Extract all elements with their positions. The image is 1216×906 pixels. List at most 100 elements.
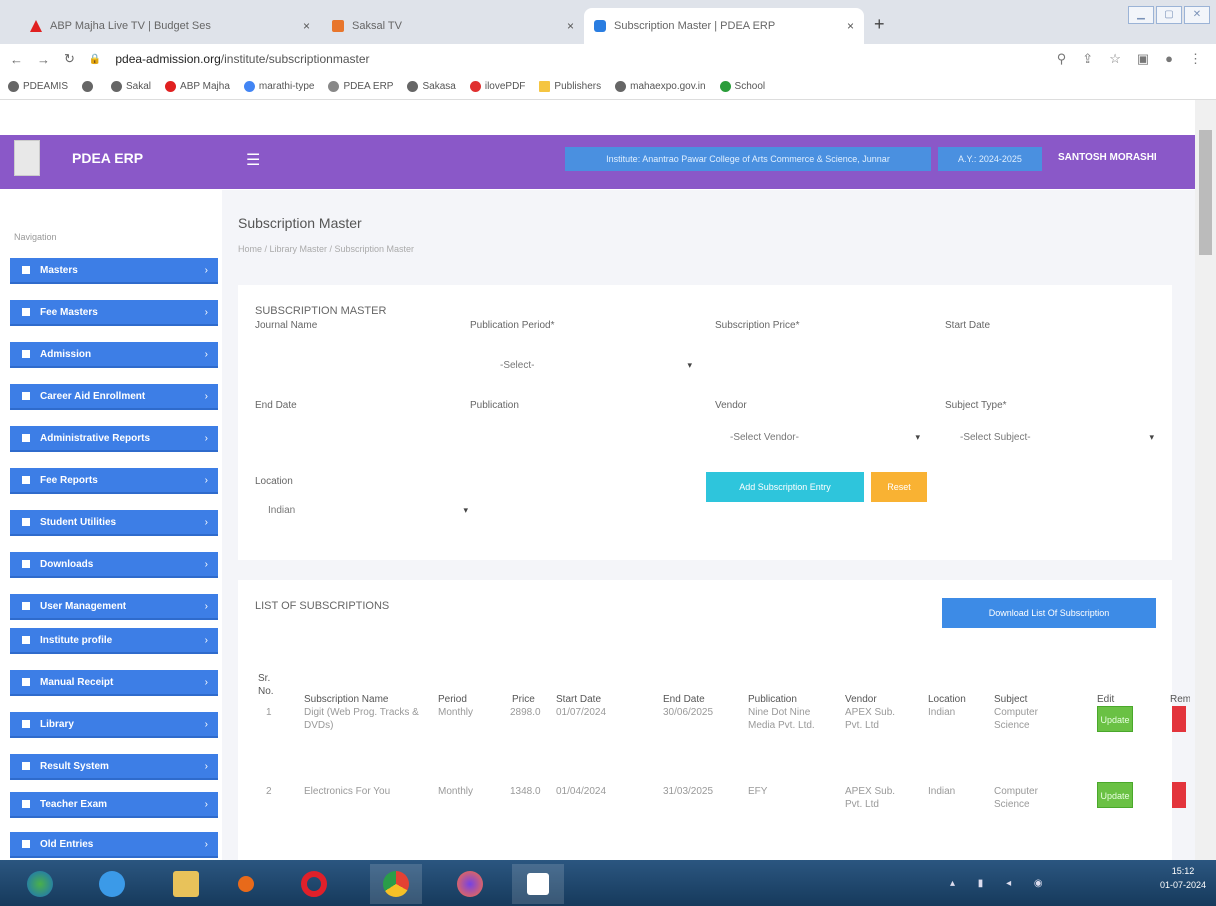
maximize-icon[interactable]: ▢ (1156, 6, 1182, 24)
update-button[interactable]: Update (1097, 782, 1133, 808)
browser-tab-subscription[interactable]: Subscription Master | PDEA ERP × (584, 8, 864, 44)
location-select[interactable]: Indian ▾ (268, 505, 468, 516)
sidepanel-icon[interactable]: ▣ (1137, 51, 1149, 67)
update-button[interactable]: Update (1097, 706, 1133, 732)
column-header-publication[interactable]: Publication (748, 694, 797, 705)
url-field[interactable]: pdea-admission.org/institute/subscriptio… (115, 52, 369, 66)
minimize-icon[interactable]: ▁ (1128, 6, 1154, 24)
taskbar-clock[interactable]: 15:12 01-07-2024 (1160, 864, 1206, 892)
clock-time: 15:12 (1171, 866, 1195, 876)
reload-icon[interactable]: ↻ (64, 51, 75, 67)
taskbar-chrome[interactable] (370, 864, 422, 904)
institute-badge[interactable]: Institute: Anantrao Pawar College of Art… (565, 147, 931, 171)
browser-tab-saksal[interactable]: Saksal TV × (322, 8, 584, 44)
add-subscription-button[interactable]: Add Subscription Entry (706, 472, 864, 502)
bookmark-item[interactable]: Sakal (111, 81, 151, 92)
bookmark-item[interactable]: ABP Majha (165, 81, 230, 92)
sidebar-item-label: Old Entries (40, 838, 94, 850)
bookmark-item[interactable]: Publishers (539, 81, 601, 92)
taskbar-keyboard-app[interactable] (512, 864, 564, 904)
share-icon[interactable]: ⇪ (1082, 51, 1093, 67)
sidebar-item-admission[interactable]: Admission › (10, 342, 218, 368)
sidebar-item-library[interactable]: Library › (10, 712, 218, 738)
column-header-start-date[interactable]: Start Date (556, 694, 601, 705)
publication-period-select[interactable]: -Select- ▾ (500, 360, 692, 371)
back-icon[interactable]: ← (10, 52, 23, 67)
bookmark-label: marathi-type (258, 81, 315, 92)
close-icon[interactable]: × (847, 19, 854, 33)
cell-publication: Nine Dot Nine Media Pvt. Ltd. (748, 707, 815, 731)
download-list-button[interactable]: Download List Of Subscription (942, 598, 1156, 628)
reset-button[interactable]: Reset (871, 472, 927, 502)
bookmark-label: School (734, 81, 766, 92)
hamburger-menu-icon[interactable]: ☰ (246, 150, 260, 170)
bookmark-item[interactable]: mahaexpo.gov.in (615, 81, 706, 92)
vendor-label: Vendor (715, 400, 747, 411)
user-name[interactable]: SANTOSH MORASHI (1058, 152, 1157, 163)
column-header-vendor[interactable]: Vendor (845, 694, 877, 705)
sidebar-item-downloads[interactable]: Downloads › (10, 552, 218, 578)
taskbar-ie[interactable] (86, 864, 138, 904)
delete-button[interactable] (1172, 706, 1186, 732)
column-header-period[interactable]: Period (438, 694, 467, 705)
star-icon[interactable]: ☆ (1109, 51, 1121, 67)
book-icon (22, 720, 30, 728)
taskbar-explorer[interactable] (160, 864, 212, 904)
academic-year-badge[interactable]: A.Y.: 2024-2025 (938, 147, 1042, 171)
sidebar-item-institute-profile[interactable]: Institute profile › (10, 628, 218, 654)
sidebar-item-old-entries[interactable]: Old Entries › (10, 832, 218, 858)
cell-location: Indian (928, 786, 956, 797)
sidebar-item-fee-masters[interactable]: Fee Masters › (10, 300, 218, 326)
system-tray[interactable]: ▴ ▮ ◂ ◉ (950, 878, 1053, 889)
cell-subject: Computer Science (994, 707, 1038, 731)
column-header-price[interactable]: Price (512, 694, 535, 705)
profile-icon[interactable]: ● (1165, 51, 1173, 67)
close-icon[interactable]: × (303, 19, 310, 33)
sidebar-item-teacher-exam[interactable]: Teacher Exam › (10, 792, 218, 818)
sidebar-item-manual-receipt[interactable]: Manual Receipt › (10, 670, 218, 696)
sidebar-item-career-aid[interactable]: Career Aid Enrollment › (10, 384, 218, 410)
sidebar-item-result-system[interactable]: Result System › (10, 754, 218, 780)
bookmark-label: Sakasa (422, 81, 456, 92)
close-icon[interactable]: × (567, 19, 574, 33)
bookmark-item[interactable]: marathi-type (243, 81, 315, 92)
sidebar-item-fee-reports[interactable]: Fee Reports › (10, 468, 218, 494)
column-header-subject[interactable]: Subject (994, 694, 1027, 705)
sidebar-item-student-utilities[interactable]: Student Utilities › (10, 510, 218, 536)
vendor-select[interactable]: -Select Vendor- ▾ (730, 432, 920, 443)
bookmark-item[interactable] (82, 81, 97, 92)
column-header-location[interactable]: Location (928, 694, 966, 705)
abp-icon (165, 81, 177, 92)
taskbar-firefox[interactable] (444, 864, 496, 904)
bookmark-label: PDEAMIS (23, 81, 69, 92)
bookmark-item[interactable]: PDEA ERP (328, 81, 393, 92)
new-tab-button[interactable]: + (874, 14, 885, 35)
sidebar-item-user-management[interactable]: User Management › (10, 594, 218, 620)
bookmark-item[interactable]: School (719, 81, 766, 92)
zoom-icon[interactable]: ⚲ (1057, 51, 1067, 67)
brand-name[interactable]: PDEA ERP (72, 150, 143, 166)
taskbar-media[interactable] (220, 864, 272, 904)
forward-icon[interactable]: → (37, 52, 50, 67)
institute-icon (22, 636, 30, 644)
scrollbar-thumb[interactable] (1199, 130, 1212, 255)
bookmark-item[interactable]: ilovePDF (469, 81, 525, 92)
menu-icon[interactable]: ⋮ (1189, 51, 1202, 67)
close-window-icon[interactable]: ✕ (1184, 6, 1210, 24)
column-header-subscription-name[interactable]: Subscription Name (304, 694, 388, 705)
chevron-right-icon: › (204, 558, 208, 570)
bookmark-item[interactable]: PDEAMIS (8, 81, 68, 92)
cell-start-date: 01/07/2024 (556, 707, 607, 718)
sidebar-item-masters[interactable]: Masters › (10, 258, 218, 284)
chevron-right-icon: › (204, 264, 208, 276)
bookmark-item[interactable]: Sakasa (407, 81, 456, 92)
subject-type-select[interactable]: -Select Subject- ▾ (960, 432, 1154, 443)
sidebar-item-admin-reports[interactable]: Administrative Reports › (10, 426, 218, 452)
delete-button[interactable] (1172, 782, 1186, 808)
keyboard-app-icon (527, 873, 549, 895)
start-button[interactable] (14, 864, 66, 904)
taskbar-opera[interactable] (288, 864, 340, 904)
browser-tab-abp[interactable]: ABP Majha Live TV | Budget Ses × (20, 8, 320, 44)
column-header-end-date[interactable]: End Date (663, 694, 705, 705)
breadcrumb[interactable]: Home / Library Master / Subscription Mas… (238, 244, 414, 254)
